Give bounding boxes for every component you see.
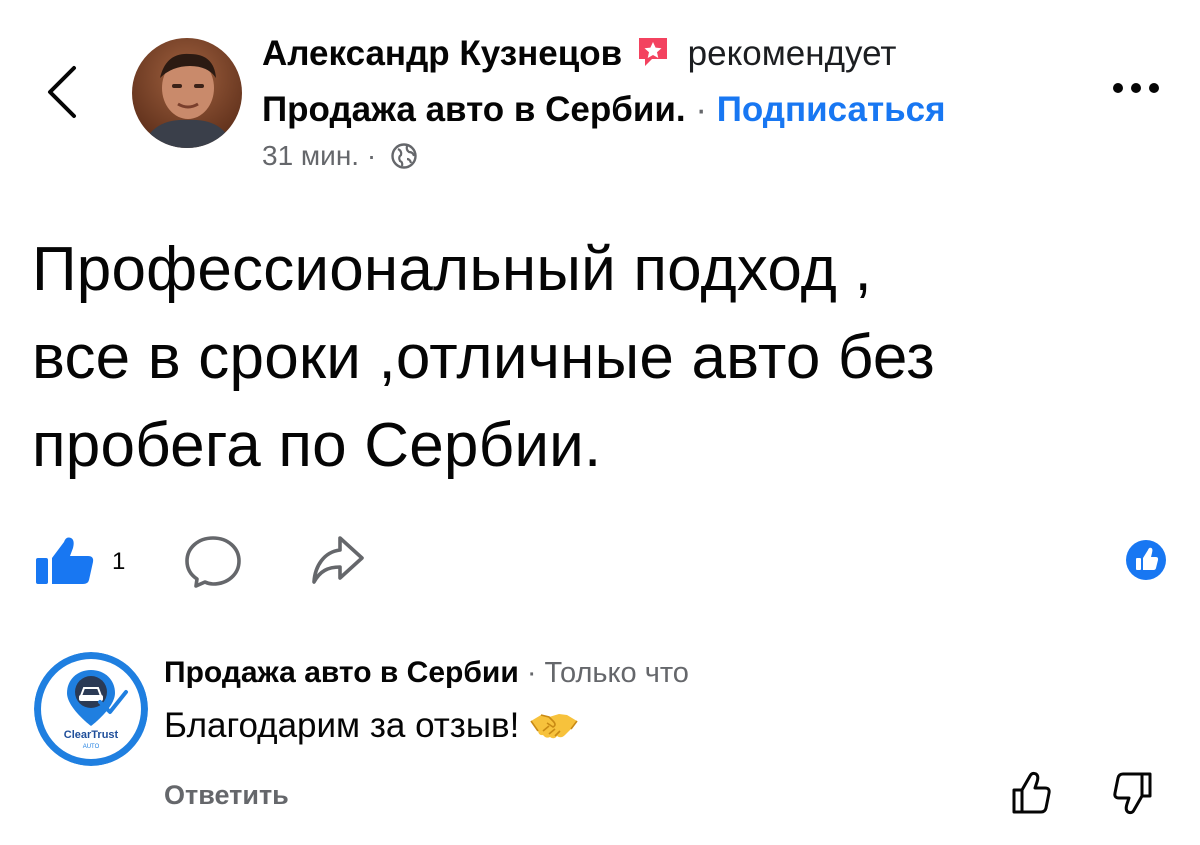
share-icon	[312, 536, 364, 584]
post-meta: 31 мин. ·	[262, 140, 418, 177]
author-name[interactable]: Александр Кузнецов	[262, 34, 622, 73]
post-text-line: пробега по Сербии.	[32, 411, 602, 480]
back-button[interactable]	[42, 62, 82, 122]
thumbs-down-outline-icon	[1113, 772, 1152, 815]
comment-icon	[185, 536, 241, 588]
post-header-line: Александр Кузнецов рекомендует	[262, 34, 896, 78]
author-avatar[interactable]	[132, 38, 242, 148]
comment-text-line: Благодарим за отзыв!	[164, 706, 579, 752]
avatar-photo	[132, 38, 242, 148]
post-text-line: все в сроки ,отличные авто без	[32, 323, 935, 392]
avatar-brand-sub: AUTO	[83, 744, 100, 750]
comment-time[interactable]: Только что	[545, 657, 689, 689]
more-horizontal-icon	[1113, 83, 1159, 93]
post-time[interactable]: 31 мин.	[262, 140, 359, 171]
reply-button[interactable]: Ответить	[164, 780, 289, 811]
recommend-badge-icon	[636, 35, 670, 78]
globe-icon	[390, 142, 418, 177]
comment-text: Благодарим за отзыв!	[164, 706, 520, 745]
chevron-left-icon	[48, 66, 76, 118]
share-button[interactable]	[308, 532, 368, 593]
post-text: Профессиональный подход , все в сроки ,о…	[32, 226, 1172, 490]
comment-author[interactable]: Продажа авто в Сербии	[164, 656, 519, 689]
handshake-emoji-icon	[529, 709, 579, 752]
post-text-line: Профессиональный подход ,	[32, 235, 872, 304]
downvote-button[interactable]	[1112, 770, 1154, 821]
subscribe-button[interactable]: Подписаться	[717, 90, 946, 129]
like-count[interactable]: 1	[112, 548, 125, 576]
recommends-text: рекомендует	[687, 34, 897, 73]
thumbs-up-outline-icon	[1012, 771, 1051, 814]
comment-button[interactable]	[182, 534, 244, 593]
comment-header: Продажа авто в Сербии · Только что	[164, 656, 689, 690]
page-line: Продажа авто в Сербии. · Подписаться	[262, 90, 946, 130]
thumbs-up-icon	[36, 537, 94, 584]
meta-separator: ·	[359, 140, 384, 171]
commenter-avatar[interactable]: ClearTrust AUTO	[34, 652, 148, 766]
comment-separator: ·	[518, 657, 545, 689]
more-options-button[interactable]	[1108, 68, 1164, 108]
separator-dot: ·	[685, 90, 717, 129]
like-button[interactable]	[34, 534, 98, 591]
avatar-brand-text: ClearTrust	[64, 729, 119, 741]
cleartrust-logo: ClearTrust AUTO	[34, 652, 148, 766]
reaction-like-badge[interactable]	[1124, 538, 1168, 587]
like-reaction-icon	[1126, 540, 1166, 580]
page-name[interactable]: Продажа авто в Сербии.	[262, 90, 686, 129]
upvote-button[interactable]	[1010, 770, 1052, 821]
